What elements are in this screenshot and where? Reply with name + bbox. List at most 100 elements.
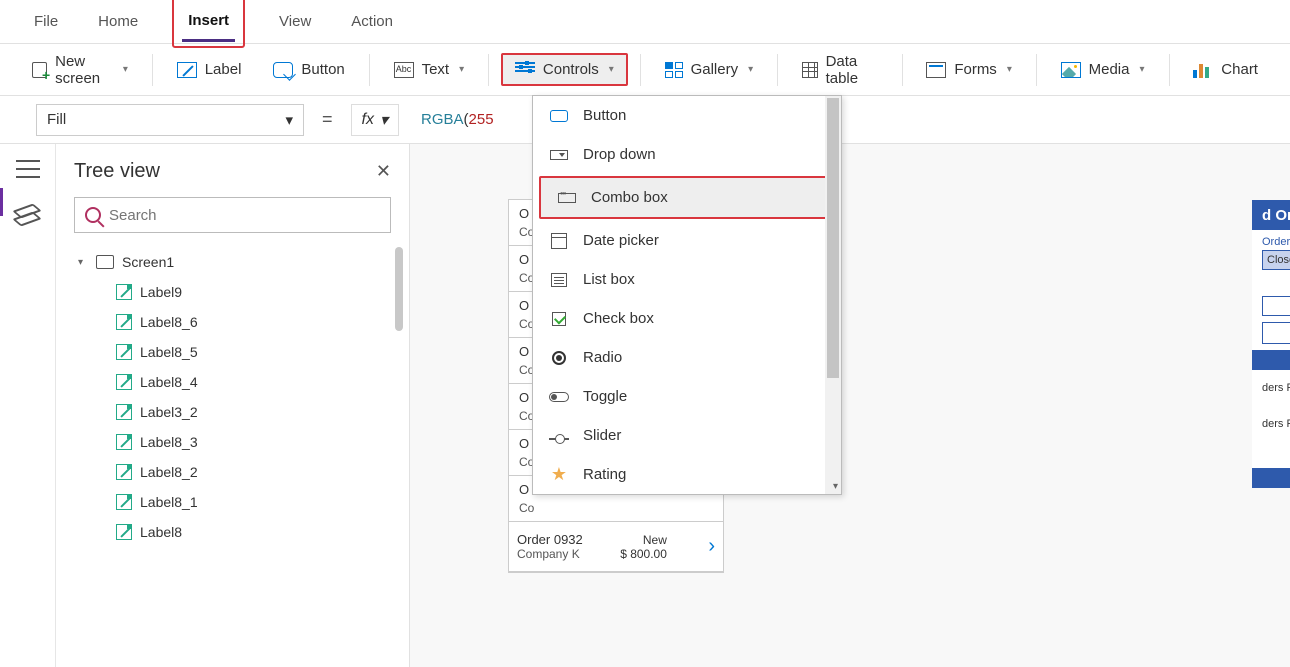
listbox-icon <box>551 273 567 287</box>
label-icon <box>177 62 197 78</box>
tree-item[interactable]: Label8 <box>74 517 391 547</box>
row-title: O <box>519 344 529 359</box>
chevron-right-icon[interactable]: › <box>704 535 715 558</box>
fx-button[interactable]: fx ▾ <box>351 104 399 136</box>
dd-item-checkbox[interactable]: Check box <box>533 299 841 338</box>
menu-insert-highlight: Insert <box>172 0 245 48</box>
datatable-button[interactable]: Data table <box>790 47 890 93</box>
combobox-icon <box>558 193 576 203</box>
insert-button-button[interactable]: Button <box>261 55 356 84</box>
tree-item-screen1[interactable]: ▾ Screen1 <box>74 247 391 277</box>
radio-icon <box>552 351 566 365</box>
row-title: O <box>519 482 529 497</box>
new-screen-button[interactable]: New screen ▾ <box>20 47 140 93</box>
datatable-label: Data table <box>826 53 878 87</box>
dropdown-icon <box>550 150 568 160</box>
separator <box>777 54 778 86</box>
tree-item[interactable]: Label8_4 <box>74 367 391 397</box>
dd-item-toggle[interactable]: Toggle <box>533 377 841 416</box>
dd-item-rating[interactable]: ★Rating <box>533 455 841 494</box>
search-icon <box>85 207 101 223</box>
formula-fn: RGBA <box>421 111 464 128</box>
tree-item[interactable]: Label8_3 <box>74 427 391 457</box>
dd-label: List box <box>583 271 635 288</box>
tree-item[interactable]: Label8_1 <box>74 487 391 517</box>
tree-item-label: Label8 <box>140 524 182 540</box>
tree-item-label: Label9 <box>140 284 182 300</box>
lineitem-row[interactable]: ders Fruit Salad 40 $ 39.00 1,560.00 <box>1252 406 1290 442</box>
tree-item[interactable]: Label9 <box>74 277 391 307</box>
menu-action[interactable]: Action <box>345 3 399 40</box>
property-selector[interactable]: Fill ▾ <box>36 104 304 136</box>
tree-item[interactable]: Label8_6 <box>74 307 391 337</box>
dd-item-listbox[interactable]: List box <box>533 260 841 299</box>
dd-label: Combo box <box>591 189 668 206</box>
gallery-label: Gallery <box>691 61 739 78</box>
tree-list: ▾ Screen1 Label9 Label8_6 Label8_5 Label… <box>74 247 391 547</box>
media-icon <box>1061 62 1081 78</box>
tree-view-icon[interactable] <box>16 206 40 226</box>
notes-input[interactable] <box>1262 322 1290 344</box>
row-title: O <box>519 252 529 267</box>
row-status: New <box>620 533 667 547</box>
menu-view[interactable]: View <box>273 3 317 40</box>
search-input[interactable] <box>109 207 380 224</box>
new-screen-label: New screen <box>55 53 113 87</box>
item-name: ders Raspberry Spread <box>1262 382 1290 394</box>
row-sub: Co <box>519 501 534 515</box>
forms-dropdown[interactable]: Forms ▾ <box>914 55 1024 84</box>
menu-file[interactable]: File <box>28 3 64 40</box>
row-title: Order 0932 <box>517 532 583 547</box>
dd-item-combobox[interactable]: Combo box <box>539 176 835 219</box>
charts-dropdown[interactable]: Chart <box>1181 55 1270 84</box>
scroll-down-icon[interactable]: ▾ <box>833 481 838 492</box>
dd-label: Radio <box>583 349 622 366</box>
button-icon <box>273 62 293 78</box>
scrollbar-track[interactable]: ▾ <box>825 96 841 494</box>
menu-insert[interactable]: Insert <box>182 2 235 42</box>
equals-sign: = <box>316 109 339 130</box>
dd-item-radio[interactable]: Radio <box>533 338 841 377</box>
label-icon <box>116 374 132 390</box>
text-dropdown[interactable]: Abc Text ▾ <box>382 55 477 84</box>
scrollbar-thumb[interactable] <box>827 98 839 378</box>
tree-item[interactable]: Label8_2 <box>74 457 391 487</box>
tree-item[interactable]: Label8_5 <box>74 337 391 367</box>
gallery-dropdown[interactable]: Gallery ▾ <box>653 55 766 84</box>
row-title: O <box>519 436 529 451</box>
dd-item-slider[interactable]: Slider <box>533 416 841 455</box>
menu-home[interactable]: Home <box>92 3 144 40</box>
tree-item[interactable]: Label3_2 <box>74 397 391 427</box>
order-status-select[interactable]: Closed <box>1262 250 1290 270</box>
tree-view-panel: Tree view ✕ ▾ Screen1 Label9 Label8_6 La… <box>56 144 410 667</box>
formula-bar[interactable]: RGBA(255 <box>411 111 494 129</box>
search-box[interactable] <box>74 197 391 233</box>
dd-item-datepicker[interactable]: Date picker <box>533 221 841 260</box>
dd-item-dropdown[interactable]: Drop down <box>533 135 841 174</box>
controls-dropdown[interactable]: Controls ▾ <box>501 53 628 86</box>
label-icon <box>116 434 132 450</box>
lineitem-row[interactable]: ders Raspberry Spread 90 $ 25.00 2,250.0… <box>1252 370 1290 406</box>
scrollbar-thumb[interactable] <box>395 247 403 331</box>
hamburger-icon[interactable] <box>16 160 40 178</box>
blank-select[interactable] <box>1262 296 1290 316</box>
active-rail-indicator <box>0 188 3 216</box>
tree-item-label: Label8_4 <box>140 374 198 390</box>
dd-item-button[interactable]: Button <box>533 96 841 135</box>
hdr-qty: Quantity <box>1262 354 1290 366</box>
dd-label: Toggle <box>583 388 627 405</box>
label-icon <box>116 344 132 360</box>
chevron-down-icon: ▾ <box>123 64 128 75</box>
dd-label: Rating <box>583 466 626 483</box>
insert-label-button[interactable]: Label <box>165 55 254 84</box>
close-icon[interactable]: ✕ <box>376 161 391 182</box>
gallery-row[interactable]: Order 0932 Company K New $ 800.00 › <box>509 522 723 572</box>
chart-icon <box>1193 62 1213 78</box>
dd-label: Check box <box>583 310 654 327</box>
text-icon: Abc <box>394 62 414 78</box>
chevron-down-icon: ▾ <box>285 111 293 129</box>
dd-label: Date picker <box>583 232 659 249</box>
media-dropdown[interactable]: Media ▾ <box>1049 55 1157 84</box>
panel-title: d Orders <box>1262 207 1290 224</box>
tree-item-label: Label8_2 <box>140 464 198 480</box>
